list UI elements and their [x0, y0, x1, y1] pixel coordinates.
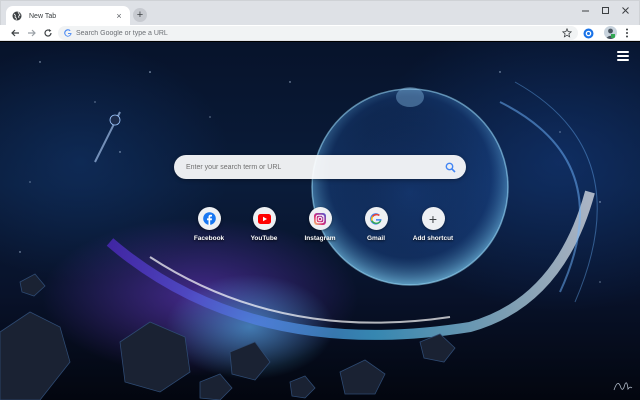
tab-strip: New Tab × + — [0, 0, 640, 26]
hamburger-menu-icon[interactable] — [617, 51, 629, 61]
star-icon[interactable] — [562, 28, 572, 38]
search-box[interactable] — [174, 155, 466, 179]
shortcut-label: Instagram — [304, 235, 336, 242]
back-arrow-icon[interactable] — [9, 27, 21, 39]
address-bar[interactable] — [58, 26, 578, 40]
shortcut-facebook[interactable]: Facebook — [181, 207, 237, 242]
shortcut-youtube[interactable]: YouTube — [236, 207, 292, 242]
artist-signature — [613, 382, 633, 391]
forward-arrow-icon[interactable] — [26, 27, 38, 39]
plus-icon: + — [428, 210, 438, 227]
minimize-icon[interactable] — [575, 3, 595, 17]
shortcut-tile[interactable] — [252, 207, 276, 230]
instagram-icon — [314, 212, 326, 225]
extension-icon[interactable] — [582, 27, 594, 39]
tab-new-tab[interactable]: New Tab × — [6, 6, 130, 26]
new-tab-button[interactable]: + — [133, 8, 147, 22]
reload-icon[interactable] — [42, 27, 54, 39]
more-vert-icon[interactable] — [622, 27, 632, 39]
shortcut-gmail[interactable]: Gmail — [348, 207, 404, 242]
shortcut-tile[interactable] — [197, 207, 221, 230]
search-icon[interactable] — [445, 162, 456, 173]
close-icon[interactable] — [615, 3, 635, 17]
tab-title: New Tab — [29, 12, 57, 20]
shortcut-label: Facebook — [193, 235, 225, 242]
tab-close-icon[interactable]: × — [114, 11, 124, 21]
add-shortcut-button[interactable]: + — [421, 207, 445, 230]
shortcut-instagram[interactable]: Instagram — [292, 207, 348, 242]
youtube-icon — [257, 213, 271, 224]
address-input[interactable] — [76, 29, 546, 37]
browser-toolbar — [0, 25, 640, 41]
window-controls — [575, 3, 635, 17]
shortcut-label: Add shortcut — [412, 235, 454, 242]
globe-icon — [12, 11, 22, 21]
shortcut-tile[interactable] — [308, 207, 332, 230]
shortcut-tile[interactable] — [364, 207, 388, 230]
new-tab-page: Facebook YouTube Instagram — [0, 42, 640, 400]
facebook-icon — [202, 212, 216, 225]
shortcut-label: Gmail — [366, 235, 386, 242]
shortcut-add[interactable]: + Add shortcut — [405, 207, 461, 242]
search-input[interactable] — [186, 163, 445, 171]
shortcut-label: YouTube — [250, 235, 278, 242]
google-g-icon — [370, 212, 382, 225]
shortcuts-grid: Facebook YouTube Instagram Gmail + Add s… — [181, 207, 461, 257]
maximize-icon[interactable] — [595, 3, 615, 17]
profile-avatar[interactable] — [604, 26, 617, 39]
google-g-icon — [64, 29, 72, 37]
